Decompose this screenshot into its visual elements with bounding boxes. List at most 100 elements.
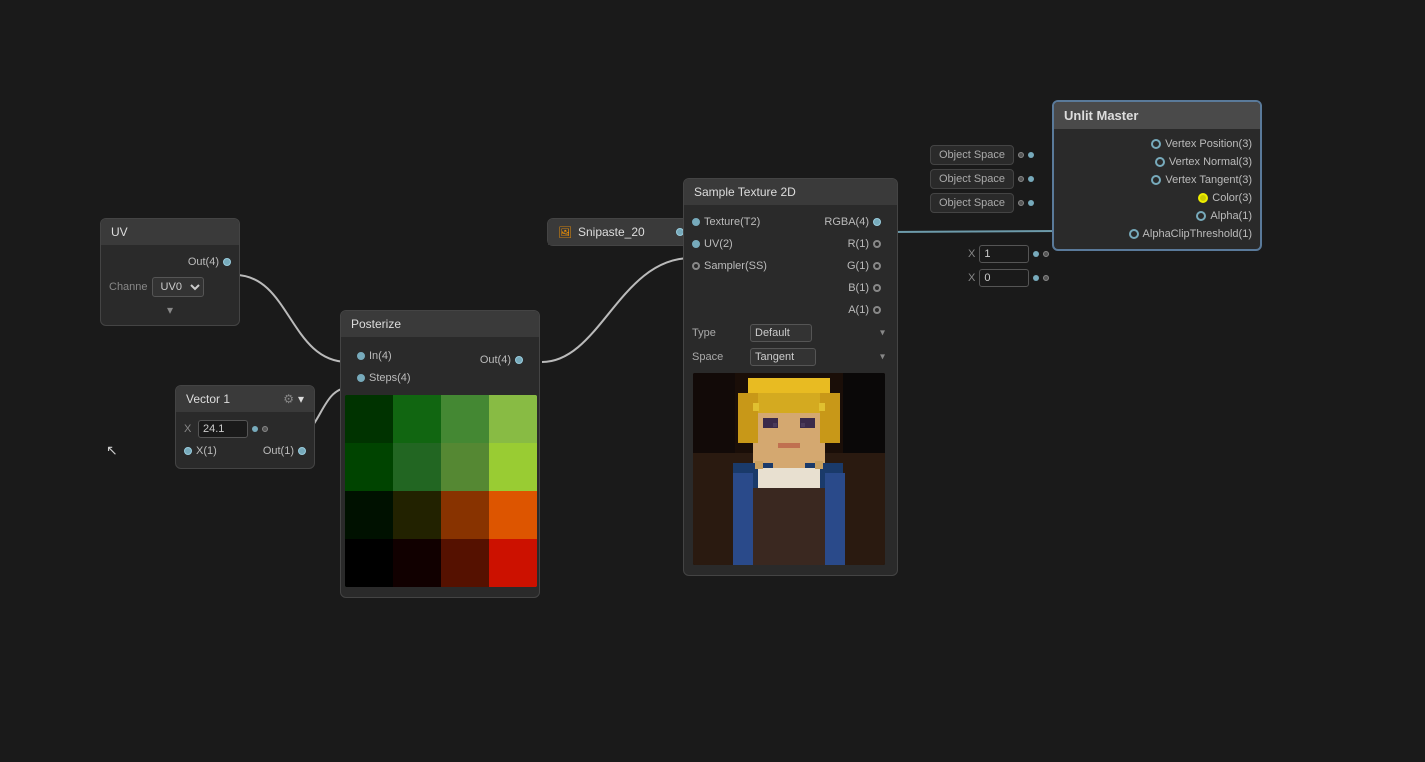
unlit-alphaclip-port[interactable] [1129, 229, 1139, 239]
unlit-master-header: Unlit Master [1054, 102, 1260, 129]
unlit-vertex-pos-label: Vertex Position(3) [1165, 138, 1252, 150]
x1-input[interactable] [979, 245, 1029, 263]
st-space-label: Space [692, 351, 742, 363]
unlit-alpha-label: Alpha(1) [1210, 210, 1252, 222]
vector1-expand-icon[interactable]: ▾ [298, 392, 304, 406]
obj-space-1-label: Object Space [930, 145, 1014, 165]
unlit-alpha-row: Alpha(1) [1054, 207, 1260, 225]
obj-space-1: Object Space [930, 145, 1034, 165]
posterize-steps-label: Steps(4) [365, 372, 415, 384]
unlit-vertex-tang-port[interactable] [1151, 175, 1161, 185]
sample-texture-header: Sample Texture 2D [684, 179, 897, 205]
obj-space-3-left-dot[interactable] [1028, 200, 1034, 206]
st-b-row: B(1) [812, 277, 889, 299]
st-type-select-wrap: Default Normal [750, 324, 889, 342]
obj-space-3-label: Object Space [930, 193, 1014, 213]
posterize-node: Posterize In(4) Steps(4) Out(4) [340, 310, 540, 598]
obj-space-2: Object Space [930, 169, 1034, 189]
uv-expand-btn[interactable]: ▾ [101, 301, 239, 319]
vector1-x-left-label: X [184, 423, 194, 435]
x1-dot2[interactable] [1043, 251, 1049, 257]
snipaste-icon: 🖼 [558, 226, 572, 239]
obj-space-1-left-dot[interactable] [1028, 152, 1034, 158]
st-uv-row: UV(2) [684, 233, 804, 255]
unlit-color-port[interactable] [1198, 193, 1208, 203]
st-rgba-label: RGBA(4) [820, 216, 873, 228]
unlit-vertex-pos-port[interactable] [1151, 139, 1161, 149]
st-texture-dot[interactable] [692, 218, 700, 226]
texture-preview [693, 373, 885, 565]
posterize-title: Posterize [351, 317, 401, 331]
posterize-out-row: Out(4) [468, 349, 531, 371]
sample-texture-title: Sample Texture 2D [694, 185, 796, 199]
unlit-master-node: Unlit Master Vertex Position(3) Vertex N… [1052, 100, 1262, 251]
st-sampler-label: Sampler(SS) [700, 260, 771, 272]
st-space-select[interactable]: Tangent Object World [750, 348, 816, 366]
unlit-vertex-tang-row: Vertex Tangent(3) [1054, 171, 1260, 189]
x1-dot1[interactable] [1033, 251, 1039, 257]
snipaste-node: 🖼 Snipaste_20 [547, 218, 697, 246]
st-space-select-wrap: Tangent Object World [750, 348, 889, 366]
x2-dot1[interactable] [1033, 275, 1039, 281]
st-g-label: G(1) [843, 260, 873, 272]
vector1-gear-icon[interactable]: ⚙ [283, 392, 294, 406]
st-rgba-dot[interactable] [873, 218, 881, 226]
uv-channel-select[interactable]: UV0 UV1 [152, 277, 204, 297]
x2-label: X [968, 272, 975, 284]
st-rgba-row: RGBA(4) [812, 211, 889, 233]
unlit-color-row: Color(3) [1054, 189, 1260, 207]
vector1-x-input[interactable] [198, 420, 248, 438]
cursor-indicator: ↖ [106, 442, 118, 459]
st-sampler-dot[interactable] [692, 262, 700, 270]
vector1-out-label: Out(1) [259, 445, 298, 457]
unlit-alphaclip-label: AlphaClipThreshold(1) [1143, 228, 1252, 240]
st-g-dot[interactable] [873, 262, 881, 270]
posterize-steps-dot[interactable] [357, 374, 365, 382]
x2-input[interactable] [979, 269, 1029, 287]
vector1-node-header: Vector 1 ⚙ ▾ [176, 386, 314, 412]
vector1-node: Vector 1 ⚙ ▾ X X(1) Out(1) [175, 385, 315, 469]
obj-space-2-label: Object Space [930, 169, 1014, 189]
st-b-dot[interactable] [873, 284, 881, 292]
vector1-x-mid-dot[interactable] [262, 426, 268, 432]
unlit-vertex-norm-port[interactable] [1155, 157, 1165, 167]
vector1-x-port-label: X(1) [192, 445, 221, 457]
obj-space-3: Object Space [930, 193, 1034, 213]
posterize-in-dot[interactable] [357, 352, 365, 360]
uv-out-label: Out(4) [184, 256, 223, 268]
x1-input-row: X [968, 245, 1049, 263]
x2-dot2[interactable] [1043, 275, 1049, 281]
st-r-dot[interactable] [873, 240, 881, 248]
obj-space-2-right-dot[interactable] [1018, 176, 1024, 182]
uv-out-dot[interactable] [223, 258, 231, 266]
posterize-steps-row: Steps(4) [349, 367, 452, 389]
st-b-label: B(1) [844, 282, 873, 294]
posterize-in-label: In(4) [365, 350, 396, 362]
obj-space-1-right-dot[interactable] [1018, 152, 1024, 158]
st-type-row: Type Default Normal [684, 321, 897, 345]
st-a-dot[interactable] [873, 306, 881, 314]
st-type-select[interactable]: Default Normal [750, 324, 812, 342]
unlit-alpha-port[interactable] [1196, 211, 1206, 221]
uv-node: UV Out(4) Channe UV0 UV1 ▾ [100, 218, 240, 326]
unlit-color-label: Color(3) [1212, 192, 1252, 204]
posterize-out-label: Out(4) [476, 354, 515, 366]
vector1-out-dot[interactable] [298, 447, 306, 455]
unlit-vertex-norm-label: Vertex Normal(3) [1169, 156, 1252, 168]
st-r-row: R(1) [812, 233, 889, 255]
posterize-header: Posterize [341, 311, 539, 337]
posterize-out-dot[interactable] [515, 356, 523, 364]
st-a-row: A(1) [812, 299, 889, 321]
st-texture-label: Texture(T2) [700, 216, 764, 228]
st-uv-dot[interactable] [692, 240, 700, 248]
obj-space-2-left-dot[interactable] [1028, 176, 1034, 182]
posterize-preview [345, 395, 537, 587]
uv-out-port: Out(4) [101, 251, 239, 273]
snipaste-header: 🖼 Snipaste_20 [548, 219, 696, 245]
uv-node-header: UV [101, 219, 239, 245]
obj-space-3-right-dot[interactable] [1018, 200, 1024, 206]
vector1-x-left-dot[interactable] [252, 426, 258, 432]
vector1-x-in-dot[interactable] [184, 447, 192, 455]
st-type-label: Type [692, 327, 742, 339]
x2-input-row: X [968, 269, 1049, 287]
